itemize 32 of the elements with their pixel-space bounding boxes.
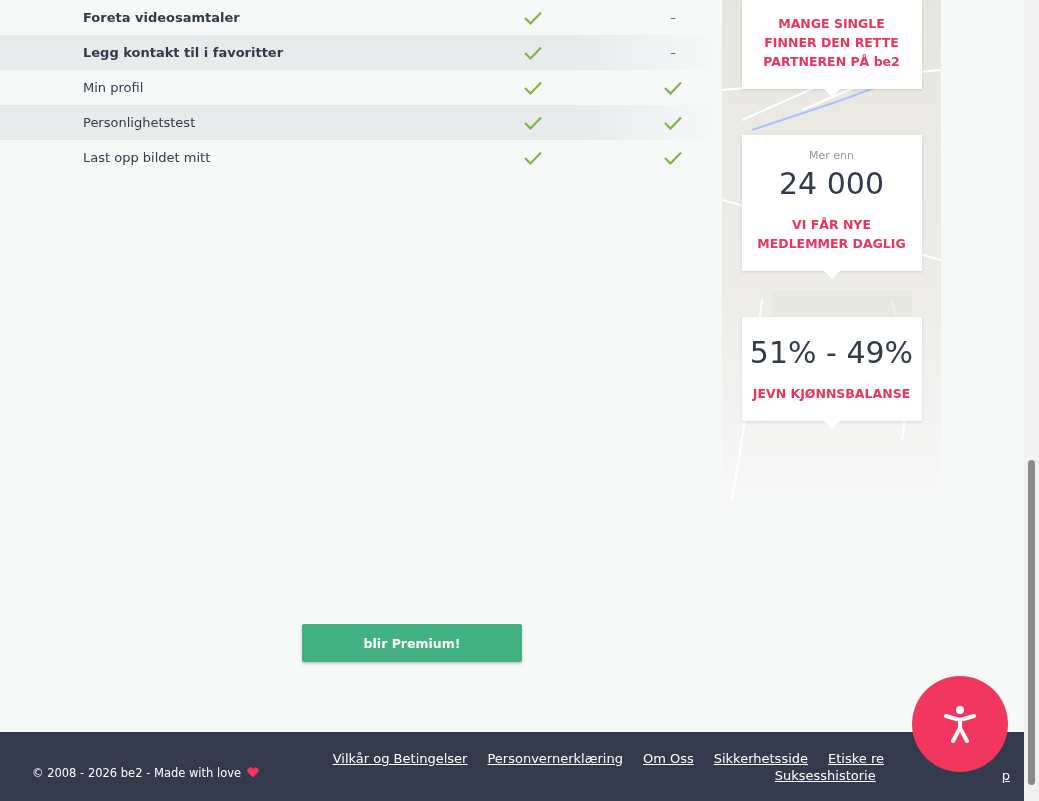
checkmark-icon	[524, 150, 542, 165]
feature-label: Last opp bildet mitt	[83, 150, 212, 165]
footer-link[interactable]: p	[1001, 767, 1010, 783]
dash-mark: –	[670, 46, 676, 59]
feature-label: Min profil	[83, 80, 145, 95]
stat-caption: MANGE SINGLE FINNER DEN RETTE PARTNEREN PÅ be2	[762, 15, 901, 71]
footer-link[interactable]: Suksesshistorie	[774, 767, 876, 783]
checkmark-icon	[524, 10, 542, 25]
checkmark-icon	[524, 80, 542, 95]
stat-caption: JEVN KJØNNSBALANSE	[751, 385, 912, 403]
stat-prefix: Mer enn	[809, 149, 854, 162]
dash-mark: –	[670, 11, 676, 24]
checkmark-icon	[524, 115, 542, 130]
footer-link[interactable]: Personvernerklæring	[487, 750, 623, 766]
checkmark-icon	[664, 150, 682, 165]
checkmark-icon	[524, 45, 542, 60]
footer-link[interactable]: Vilkår og Betingelser	[332, 750, 468, 766]
stat-caption: VI FÅR NYE MEDLEMMER DAGLIG	[756, 216, 907, 253]
feature-label: Legg kontakt til i favoritter	[83, 45, 285, 60]
checkmark-icon	[664, 80, 682, 95]
footer-link[interactable]: Sikkerhetsside	[713, 750, 809, 766]
footer-link[interactable]: Etiske re	[828, 750, 884, 766]
scrollbar[interactable]	[1024, 0, 1039, 801]
heart-icon	[247, 767, 260, 778]
copyright-text: © 2008 - 2026 be2 - Made with love	[32, 765, 242, 780]
accessibility-icon	[943, 705, 977, 743]
feature-label: Foreta videosamtaler	[83, 10, 241, 25]
stat-number: 24 000	[779, 165, 884, 203]
checkmark-icon	[664, 115, 682, 130]
footer-link[interactable]: Om Oss	[642, 750, 694, 766]
stat-number: 51% - 49%	[749, 334, 914, 372]
feature-label: Personlighetstest	[83, 115, 197, 130]
